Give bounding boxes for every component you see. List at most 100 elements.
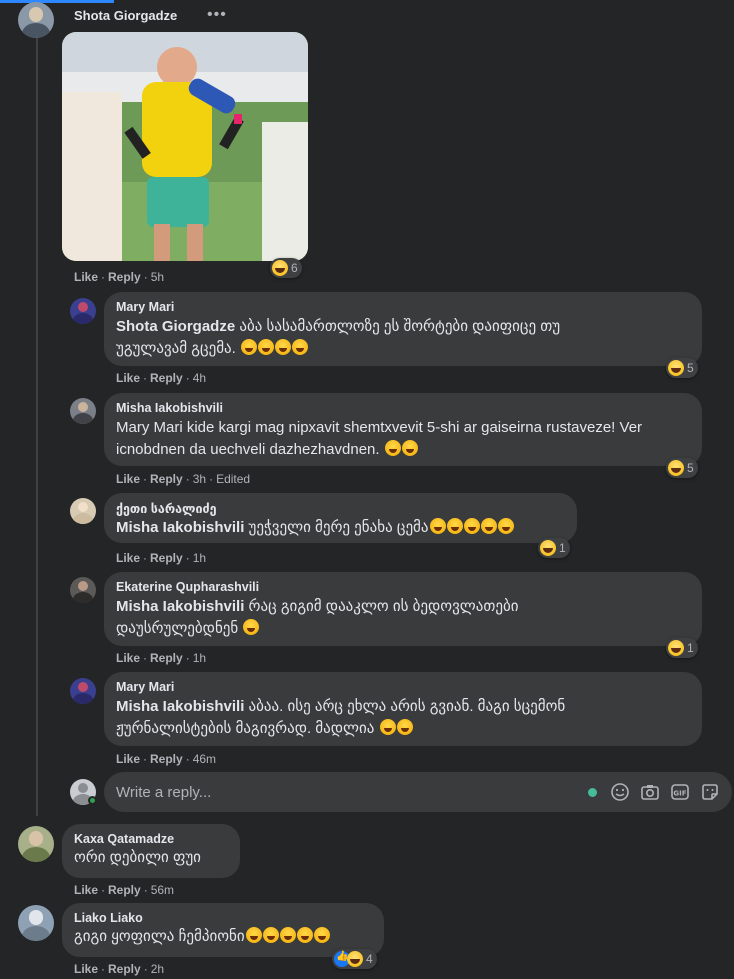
sticker-icon[interactable] [700, 782, 720, 802]
haha-reaction-icon [347, 951, 363, 967]
rofl-emoji-icon [463, 518, 480, 534]
comment-bubble: Mary Mari Shota Giorgadze აბა სასამართლო… [104, 292, 702, 366]
haha-reaction-icon [668, 460, 684, 476]
avatar[interactable] [70, 298, 96, 324]
comment-author[interactable]: Misha Iakobishvili [116, 401, 690, 415]
comment-actions: Like · Reply · 46m [116, 752, 217, 766]
comment-bubble: Misha Iakobishvili Mary Mari kide kargi … [104, 393, 702, 466]
avatar[interactable] [18, 826, 54, 862]
avatar[interactable] [70, 398, 96, 424]
avatar[interactable] [70, 498, 96, 524]
comment-author[interactable]: Liako Liako [74, 911, 372, 925]
mention-link[interactable]: Misha Iakobishvili [116, 698, 244, 715]
timestamp[interactable]: 1h [193, 651, 206, 665]
smiley-icon[interactable] [610, 782, 630, 802]
reaction-count: 1 [687, 641, 694, 655]
svg-text:GIF: GIF [673, 790, 686, 798]
grin-emoji-icon [243, 619, 260, 635]
haha-reaction-icon [668, 640, 684, 656]
reaction-badge[interactable]: 4 [332, 949, 377, 969]
timestamp[interactable]: 4h [193, 371, 206, 385]
reaction-count: 1 [559, 541, 566, 555]
typing-indicator-dot [588, 788, 597, 797]
timestamp[interactable]: 56m [151, 883, 174, 897]
top-accent-bar [0, 0, 114, 3]
avatar[interactable] [70, 678, 96, 704]
like-button[interactable]: Like [116, 472, 140, 486]
reply-button[interactable]: Reply [150, 472, 183, 486]
reaction-count: 4 [366, 952, 373, 966]
avatar[interactable] [70, 577, 96, 603]
reply-button[interactable]: Reply [108, 883, 141, 897]
comment-actions: Like · Reply · 3h · Edited [116, 472, 251, 486]
camera-icon[interactable] [640, 782, 660, 802]
rofl-emoji-icon [313, 927, 330, 943]
comment-text: Mary Mari kide kargi mag nipxavit shemtx… [116, 419, 643, 458]
rofl-emoji-icon [379, 719, 396, 735]
rofl-emoji-icon [296, 927, 313, 943]
timestamp[interactable]: 46m [193, 752, 216, 766]
timestamp[interactable]: 3h [193, 472, 206, 486]
edited-label: Edited [216, 472, 251, 486]
rofl-emoji-icon [240, 339, 257, 355]
like-button[interactable]: Like [74, 883, 98, 897]
like-button[interactable]: Like [116, 551, 140, 565]
comment-author[interactable]: Mary Mari [116, 680, 690, 694]
reply-button[interactable]: Reply [150, 551, 183, 565]
like-button[interactable]: Like [116, 651, 140, 665]
thread-line [36, 36, 38, 816]
comment-photo[interactable] [62, 32, 308, 261]
reaction-badge[interactable]: 5 [666, 458, 698, 478]
like-button[interactable]: Like [116, 371, 140, 385]
reply-button[interactable]: Reply [108, 270, 141, 284]
comment-author[interactable]: Kaxa Qatamadze [74, 832, 228, 846]
mention-link[interactable]: Shota Giorgadze [116, 318, 235, 335]
reaction-badge[interactable]: 6 [270, 258, 302, 278]
grin-emoji-icon [384, 440, 401, 456]
comment-actions: Like · Reply · 1h [116, 651, 207, 665]
reaction-count: 6 [291, 261, 298, 275]
like-button[interactable]: Like [116, 752, 140, 766]
rofl-emoji-icon [245, 927, 262, 943]
comment-actions: Like · Reply · 56m [74, 883, 175, 897]
reply-button[interactable]: Reply [150, 371, 183, 385]
avatar[interactable] [18, 905, 54, 941]
comment-bubble: Ekaterine Qupharashvili Misha Iakobishvi… [104, 572, 702, 646]
comment-text: Misha Iakobishvili რაც გიგიმ დააკლო ის ბ… [116, 598, 519, 637]
gif-icon[interactable]: GIF [670, 782, 690, 802]
rofl-emoji-icon [480, 518, 497, 534]
rofl-emoji-icon [291, 339, 308, 355]
comment-text: გიგი ყოფილა ჩემპიონი [74, 927, 372, 947]
mention-link[interactable]: Misha Iakobishvili [116, 598, 244, 615]
reaction-badge[interactable]: 5 [666, 358, 698, 378]
timestamp[interactable]: 2h [151, 962, 164, 976]
like-button[interactable]: Like [74, 962, 98, 976]
comment-actions: Like · Reply · 4h [116, 371, 207, 385]
comment-author[interactable]: ქეთი სარალიძე [116, 501, 565, 516]
rofl-emoji-icon [274, 339, 291, 355]
reply-button[interactable]: Reply [150, 651, 183, 665]
post-author-name[interactable]: Shota Giorgadze [74, 8, 177, 23]
like-button[interactable]: Like [74, 270, 98, 284]
reaction-count: 5 [687, 461, 694, 475]
reaction-badge[interactable]: 1 [666, 638, 698, 658]
haha-reaction-icon [668, 360, 684, 376]
reaction-badge[interactable]: 1 [538, 538, 570, 558]
comment-bubble: Kaxa Qatamadze ორი დებილი ფუი [62, 824, 240, 878]
comment-author[interactable]: Mary Mari [116, 300, 690, 314]
photo-illustration [62, 32, 308, 261]
rofl-emoji-icon [279, 927, 296, 943]
reply-input[interactable] [116, 781, 556, 803]
rofl-emoji-icon [396, 719, 413, 735]
timestamp[interactable]: 5h [151, 270, 164, 284]
more-options-icon[interactable]: ••• [207, 6, 227, 24]
haha-reaction-icon [540, 540, 556, 556]
timestamp[interactable]: 1h [193, 551, 206, 565]
rofl-emoji-icon [262, 927, 279, 943]
avatar[interactable] [18, 2, 54, 38]
reply-button[interactable]: Reply [108, 962, 141, 976]
mention-link[interactable]: Misha Iakobishvili [116, 519, 244, 536]
grin-emoji-icon [401, 440, 418, 456]
comment-author[interactable]: Ekaterine Qupharashvili [116, 580, 690, 594]
reply-button[interactable]: Reply [150, 752, 183, 766]
